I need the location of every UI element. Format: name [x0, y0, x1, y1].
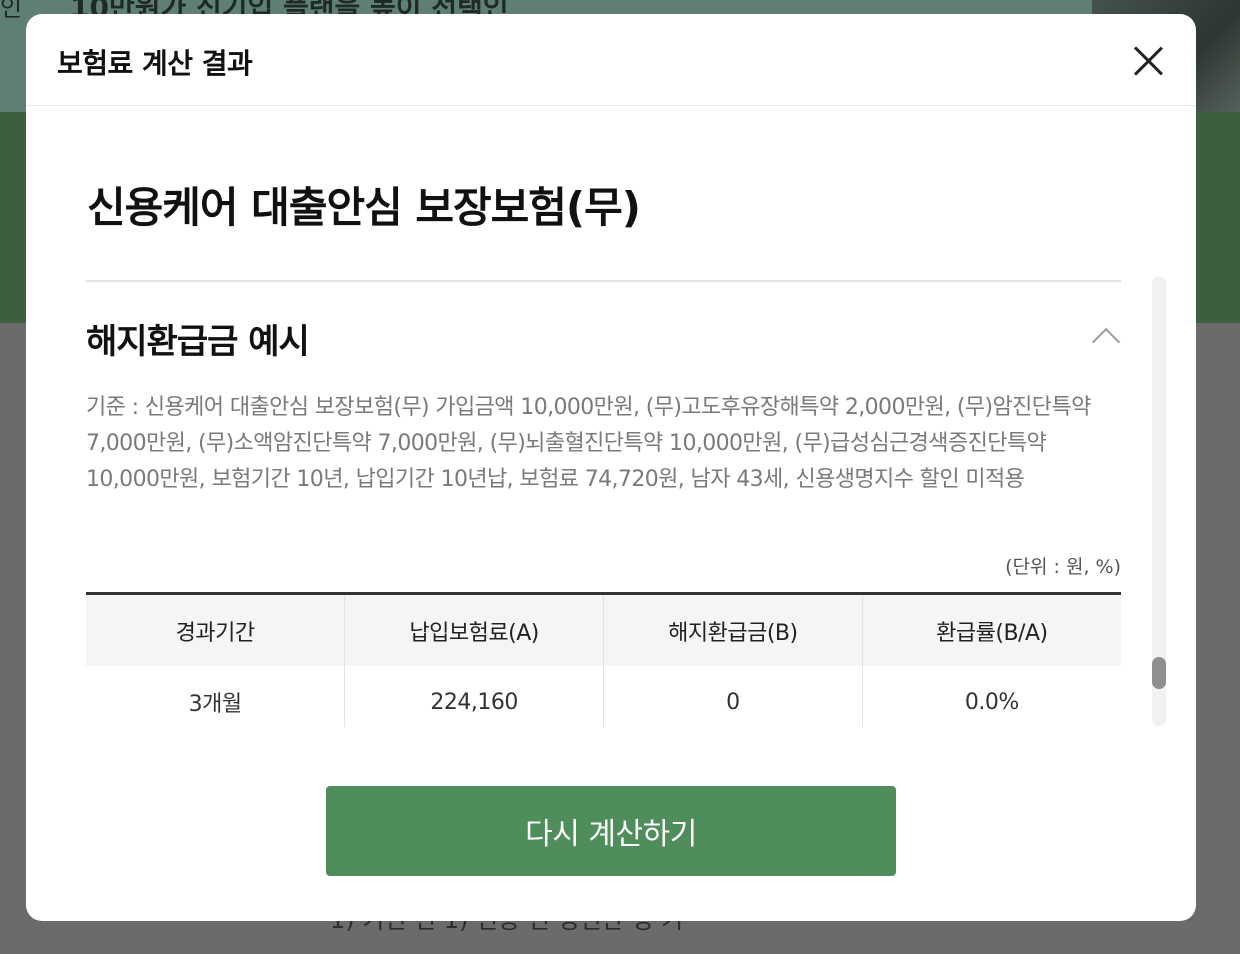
- table-cell: 3개월: [86, 666, 346, 727]
- chevron-up-icon[interactable]: [1091, 327, 1121, 357]
- scrollbar-thumb[interactable]: [1152, 657, 1166, 689]
- result-modal: 보험료 계산 결과 신용케어 대출안심 보장보험(무) 해지환급금 예시 기준 …: [26, 14, 1196, 921]
- column-header: 해지환급금(B): [603, 593, 863, 666]
- column-header: 납입보험료(A): [344, 593, 604, 666]
- unit-label: (단위 : 원, %): [1005, 556, 1121, 578]
- background-text-left: 인: [0, 0, 23, 22]
- close-icon[interactable]: [1130, 42, 1166, 78]
- modal-title: 보험료 계산 결과: [57, 47, 253, 80]
- table-cell: 0: [603, 666, 863, 727]
- refund-table: 경과기간 납입보험료(A) 해지환급금(B) 환급률(B/A) 3개월 224,…: [86, 592, 1121, 727]
- refund-section[interactable]: 해지환급금 예시 기준 : 신용케어 대출안심 보장보험(무) 가입금액 10,…: [86, 282, 1121, 727]
- modal-header: 보험료 계산 결과: [26, 14, 1196, 106]
- recalculate-button[interactable]: 다시 계산하기: [326, 786, 896, 876]
- column-header: 환급률(B/A): [862, 593, 1121, 666]
- table-cell: 0.0%: [862, 666, 1121, 727]
- column-header: 경과기간: [86, 593, 346, 666]
- section-title: 해지환급금 예시: [86, 322, 310, 362]
- table-header-row: 경과기간 납입보험료(A) 해지환급금(B) 환급률(B/A): [86, 593, 1121, 666]
- product-title: 신용케어 대출안심 보장보험(무): [87, 183, 641, 232]
- table-row: 3개월 224,160 0 0.0%: [86, 666, 1121, 727]
- basis-text: 기준 : 신용케어 대출안심 보장보험(무) 가입금액 10,000만원, (무…: [86, 395, 1091, 492]
- table-cell: 224,160: [344, 666, 604, 727]
